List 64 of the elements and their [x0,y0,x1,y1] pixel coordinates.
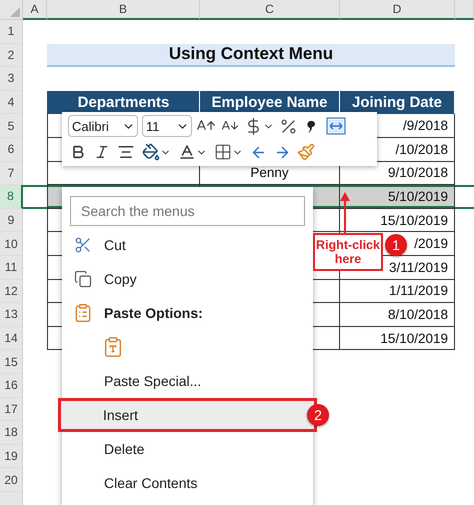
menu-heading: Paste Options: [104,305,203,321]
column-header[interactable] [455,0,474,20]
callout: Right-click here [313,233,383,271]
center-align-icon [117,143,135,161]
borders-icon [214,143,232,161]
row-header[interactable]: 15 [0,350,23,374]
row-header[interactable]: 2 [0,44,23,68]
menu-item[interactable]: Clear Contents [62,466,313,500]
merge-center-icon [326,117,346,135]
menu-item[interactable]: Cut [62,228,313,262]
row-header[interactable]: 8 [0,185,23,209]
table-cell: 15/10/2019 [340,208,455,232]
selected-cell[interactable] [23,185,47,209]
step-badge: 1 [385,234,407,256]
clipboard-icon [73,303,93,323]
font-size-select[interactable]: 11 [142,115,192,137]
row-header[interactable]: 10 [0,232,23,256]
paintbrush-icon [297,143,315,161]
row-header[interactable]: 14 [0,326,23,350]
column-header[interactable]: B [47,0,200,20]
menu-item[interactable]: Delete [62,432,313,466]
search-field[interactable]: Search the menus [70,196,305,226]
row-header[interactable]: 16 [0,374,23,398]
table-cell: 5/10/2019 [340,185,455,209]
arrow [339,192,351,234]
table-cell: 1/11/2019 [340,280,455,304]
column-heading: Departments [47,90,200,114]
italic-icon [94,144,110,160]
row-header[interactable]: 17 [0,398,23,422]
row-header[interactable]: 5 [0,114,23,138]
row-header[interactable]: 20 [0,468,23,492]
font-select[interactable]: Calibri [68,115,138,137]
column-header[interactable]: D [340,0,455,20]
scissors-icon [74,236,92,254]
column-header[interactable]: A [23,0,47,20]
row-header[interactable]: 13 [0,303,23,327]
row-header[interactable]: 1 [0,20,23,44]
row-header[interactable]: 7 [0,162,23,186]
sheet-title: Using Context Menu [47,44,455,68]
corner-triangle-icon [10,7,20,17]
table-cell: 8/10/2018 [340,303,455,327]
merge-center-button[interactable] [326,115,346,137]
copy-icon [74,270,92,288]
column-heading: Employee Name [200,90,340,114]
row-header[interactable]: 3 [0,67,23,91]
row-header[interactable]: 4 [0,90,23,114]
paint-bucket-icon [142,143,160,161]
percent-icon [278,116,298,136]
column-header[interactable]: C [200,0,340,20]
bold-icon [70,144,86,160]
clipboard-icon [102,336,124,358]
font-color-icon [178,143,196,161]
row-header[interactable]: 9 [0,208,23,232]
menu-item[interactable]: Copy [62,262,313,296]
row-header[interactable]: 12 [0,280,23,304]
selected-cell[interactable] [455,185,474,209]
comma-icon [307,118,317,134]
row-header[interactable]: 18 [0,421,23,445]
menu-item[interactable]: Paste Special... [62,364,313,398]
table-cell: 15/10/2019 [340,326,455,350]
row-header[interactable]: 19 [0,444,23,468]
row-header[interactable]: 11 [0,256,23,280]
row-header[interactable]: 6 [0,138,23,162]
column-heading: Joining Date [340,90,455,114]
